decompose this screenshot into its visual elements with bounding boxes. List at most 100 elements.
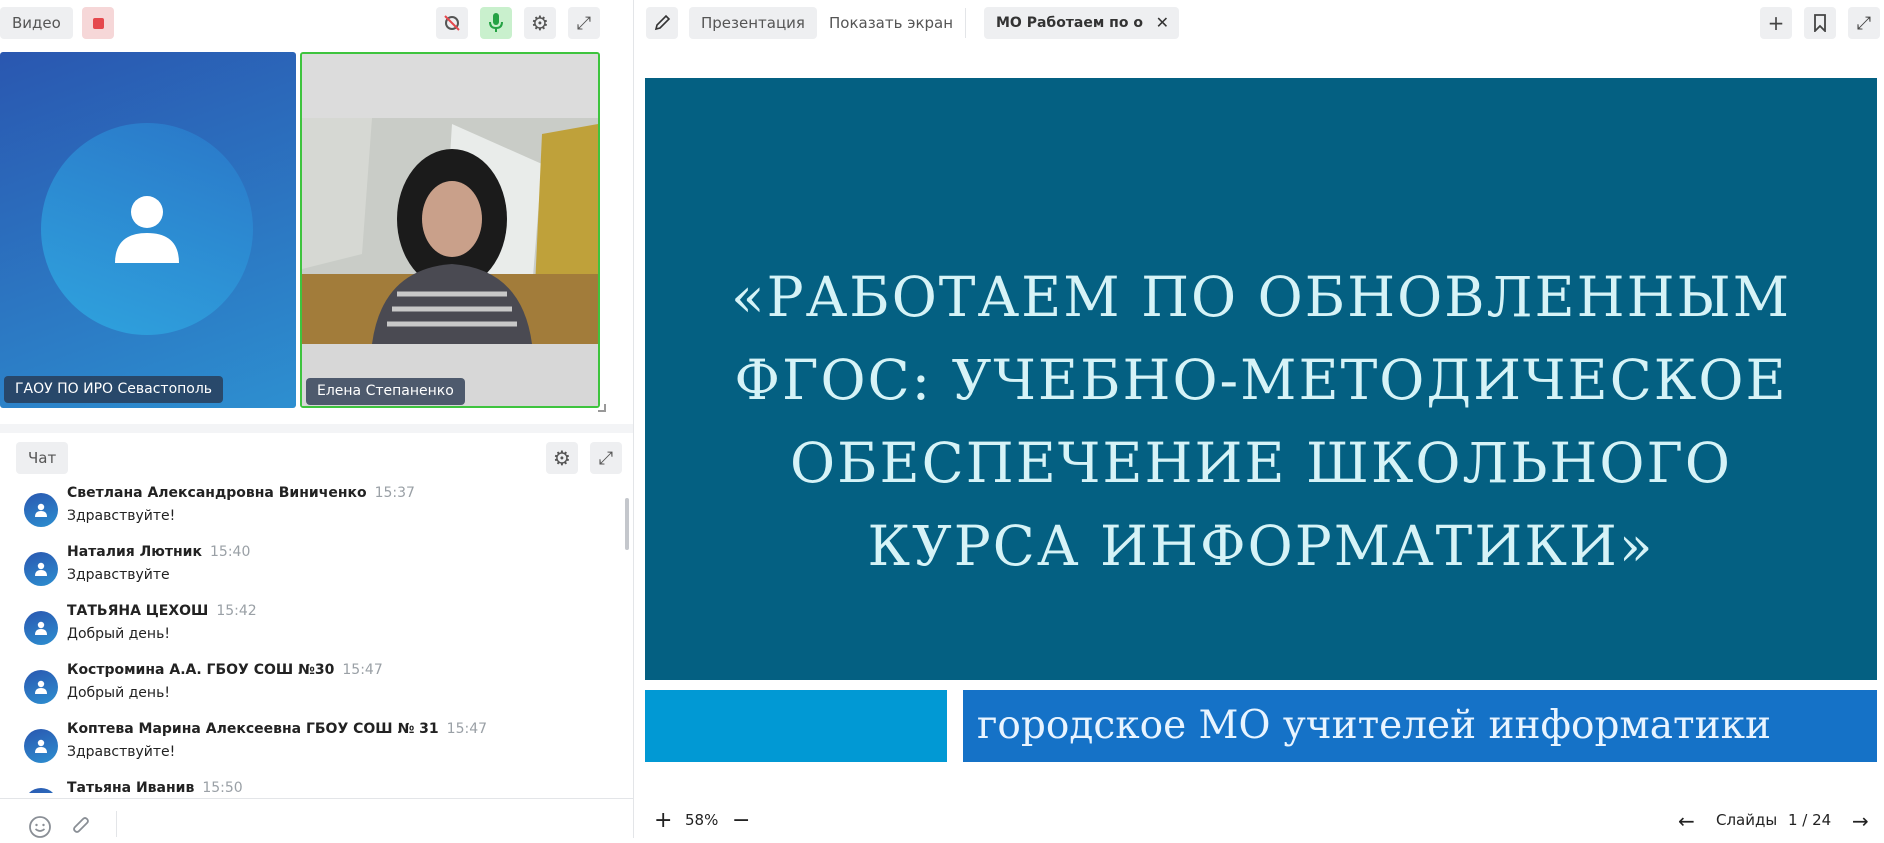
avatar: [24, 670, 58, 704]
message-author: Коптева Марина Алексеевна ГБОУ СОШ № 31: [67, 721, 439, 737]
chat-settings-button[interactable]: ⚙: [546, 442, 578, 474]
avatar: [24, 788, 58, 793]
video-expand-button[interactable]: ⤢: [568, 7, 600, 39]
prev-slide-button[interactable]: ←: [1678, 808, 1695, 834]
participant-video-frame: [302, 54, 598, 406]
video-settings-button[interactable]: ⚙: [524, 7, 556, 39]
message-time: 15:47: [342, 662, 383, 678]
camera-off-button[interactable]: [436, 7, 468, 39]
message-time: 15:50: [202, 780, 243, 793]
presentation-bottom-bar: + 58% − ← Слайды 1 / 24 →: [634, 808, 1884, 838]
chat-input-bar: [0, 798, 633, 838]
chat-panel: Чат ⚙ ⤢ Светлана Александровна Виниченко…: [6, 433, 631, 793]
avatar: [24, 729, 58, 763]
record-stop-button[interactable]: [82, 7, 114, 39]
chat-expand-button[interactable]: ⤢: [590, 442, 622, 474]
message-text: Добрый день!: [67, 626, 170, 642]
tab-share-screen[interactable]: Показать экран: [817, 7, 965, 39]
participant-name-tag: Елена Степаненко: [306, 378, 465, 405]
message-author: Наталия Лютник: [67, 544, 202, 560]
gear-icon: ⚙: [531, 11, 549, 35]
close-icon[interactable]: ✕: [1156, 7, 1169, 39]
slide-counter: 1 / 24: [1788, 811, 1832, 829]
message-author-row: ТАТЬЯНА ЦЕХОШ 15:42: [67, 603, 257, 619]
expand-icon: ⤢: [598, 447, 614, 469]
chat-scrollbar[interactable]: [625, 498, 629, 550]
slides-label: Слайды: [1716, 811, 1778, 829]
chat-message: ТАТЬЯНА ЦЕХОШ 15:42 Добрый день!: [18, 601, 608, 651]
avatar: [24, 493, 58, 527]
message-author: Костромина А.А. ГБОУ СОШ №30: [67, 662, 335, 678]
slide: «РАБОТАЕМ ПО ОБНОВЛЕННЫМ ФГОС: УЧЕБНО-МЕ…: [645, 78, 1877, 768]
presentation-toolbar: Презентация Показать экран МО Работаем п…: [634, 0, 1884, 46]
video-toolbar: Видео ⚙ ⤢: [0, 0, 612, 46]
participant-name-tag: ГАОУ ПО ИРО Севастополь: [4, 376, 224, 403]
presentation-expand-button[interactable]: ⤢: [1848, 7, 1880, 39]
draw-button[interactable]: [646, 7, 678, 39]
microphone-icon: [489, 13, 503, 32]
resize-handle[interactable]: [598, 404, 606, 412]
message-author-row: Коптева Марина Алексеевна ГБОУ СОШ № 31 1…: [67, 721, 487, 737]
bookmark-icon: [1814, 14, 1826, 32]
message-author-row: Светлана Александровна Виниченко 15:37: [67, 485, 415, 501]
avatar: [24, 552, 58, 586]
zoom-level: 58%: [685, 811, 719, 829]
avatar: [41, 123, 253, 335]
message-author: Татьяна Иванив: [67, 780, 195, 793]
stop-icon: [92, 17, 104, 29]
bookmark-button[interactable]: [1804, 7, 1836, 39]
zoom-in-button[interactable]: +: [654, 808, 672, 834]
tab-file[interactable]: МО Работаем по о ✕: [984, 7, 1179, 39]
add-button[interactable]: +: [1760, 7, 1792, 39]
file-tab-label: МО Работаем по о: [996, 15, 1143, 31]
section-separator: [0, 424, 633, 433]
expand-icon: ⤢: [576, 12, 592, 34]
input-divider: [116, 811, 117, 837]
message-text: Здравствуйте!: [67, 744, 176, 760]
emoji-button[interactable]: [28, 815, 52, 839]
message-time: 15:47: [446, 721, 488, 737]
user-icon: [35, 562, 47, 576]
next-slide-button[interactable]: →: [1852, 808, 1869, 834]
user-icon: [35, 503, 47, 517]
participant-tile-organization[interactable]: ГАОУ ПО ИРО Севастополь: [0, 52, 296, 408]
message-time: 15:42: [216, 603, 257, 619]
video-tab[interactable]: Видео: [0, 7, 73, 39]
plus-icon: +: [1767, 11, 1785, 35]
camera-off-icon: [444, 15, 460, 31]
attach-button[interactable]: [70, 815, 94, 839]
slide-accent-block: [645, 690, 947, 762]
message-author: ТАТЬЯНА ЦЕХОШ: [67, 603, 209, 619]
user-icon: [35, 621, 47, 635]
message-time: 15:40: [210, 544, 251, 560]
panel-divider[interactable]: [633, 0, 634, 838]
toolbar-divider: [965, 8, 966, 38]
message-author-row: Наталия Лютник 15:40: [67, 544, 250, 560]
video-panel: Видео ⚙ ⤢ ГАОУ ПО ИРО Севастополь Елена …: [0, 0, 633, 838]
chat-tab[interactable]: Чат: [16, 442, 69, 474]
avatar: [24, 611, 58, 645]
tab-presentation[interactable]: Презентация: [689, 7, 817, 39]
chat-message: Коптева Марина Алексеевна ГБОУ СОШ № 31 1…: [18, 719, 608, 769]
paperclip-icon: [73, 817, 89, 833]
emoji-icon: [29, 816, 51, 838]
user-icon: [35, 680, 47, 694]
user-icon: [35, 739, 47, 753]
user-icon: [115, 196, 179, 263]
chat-message: Наталия Лютник 15:40 Здравствуйте: [18, 542, 608, 592]
slide-title: «РАБОТАЕМ ПО ОБНОВЛЕННЫМ ФГОС: УЧЕБНО-МЕ…: [730, 265, 1792, 578]
chat-message-list[interactable]: Светлана Александровна Виниченко 15:37 Зд…: [6, 483, 626, 793]
participant-tile-camera[interactable]: Елена Степаненко: [300, 52, 600, 408]
zoom-out-button[interactable]: −: [732, 808, 750, 834]
expand-icon: ⤢: [1856, 12, 1872, 34]
slide-subtitle: городское МО учителей информатики: [963, 690, 1877, 762]
message-text: Здравствуйте: [67, 567, 170, 583]
message-text: Здравствуйте!: [67, 508, 176, 524]
pencil-icon: [654, 14, 671, 31]
message-time: 15:37: [374, 485, 415, 501]
microphone-button[interactable]: [480, 7, 512, 39]
gear-icon: ⚙: [553, 446, 571, 470]
chat-message: Костромина А.А. ГБОУ СОШ №30 15:47 Добрый…: [18, 660, 608, 710]
message-text: Добрый день!: [67, 685, 170, 701]
chat-message: Татьяна Иванив 15:50: [18, 778, 608, 793]
